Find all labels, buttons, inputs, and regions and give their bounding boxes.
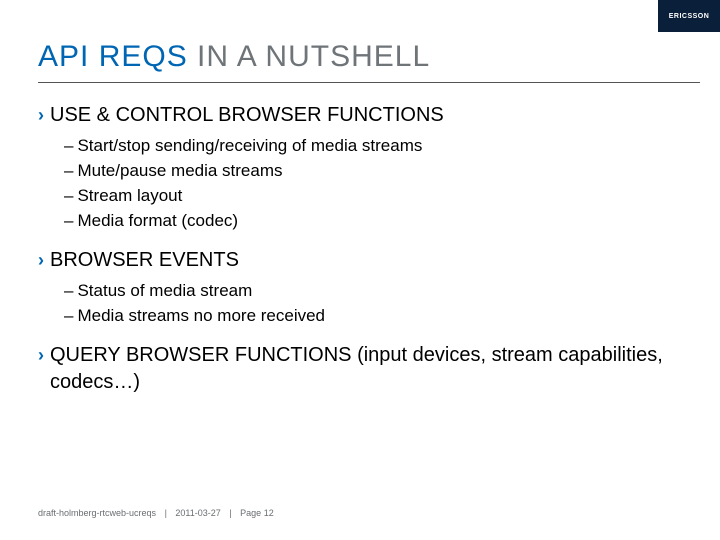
section-query: › QUERY BROWSER FUNCTIONS (input devices… (38, 342, 682, 396)
section-title: QUERY BROWSER FUNCTIONS (input devices, … (50, 342, 682, 396)
list-item: –Media format (codec) (64, 210, 682, 233)
list-item: –Start/stop sending/receiving of media s… (64, 135, 682, 158)
slide-footer: draft-holmberg-rtcweb-ucreqs | 2011-03-2… (38, 508, 274, 518)
slide-title: API REQS IN A NUTSHELL (38, 40, 682, 74)
title-accent: API REQS (38, 40, 188, 73)
brand-logo-text: ERICSSON (669, 13, 710, 20)
chevron-right-icon: › (38, 248, 44, 272)
list-item-text: Stream layout (77, 185, 182, 208)
footer-date: 2011-03-27 (175, 508, 220, 518)
list-item-text: Status of media stream (77, 280, 252, 303)
dash-icon: – (64, 185, 73, 208)
section-use-control: › USE & CONTROL BROWSER FUNCTIONS –Start… (38, 102, 682, 233)
section-head: › BROWSER EVENTS (38, 247, 682, 274)
content-area: › USE & CONTROL BROWSER FUNCTIONS –Start… (38, 102, 682, 410)
list-item: –Status of media stream (64, 280, 682, 303)
section-head: › QUERY BROWSER FUNCTIONS (input devices… (38, 342, 682, 396)
slide: ERICSSON API REQS IN A NUTSHELL › USE & … (0, 0, 720, 540)
title-divider (38, 82, 700, 83)
chevron-right-icon: › (38, 103, 44, 127)
footer-doc: draft-holmberg-rtcweb-ucreqs (38, 508, 156, 518)
dash-icon: – (64, 210, 73, 233)
dash-icon: – (64, 160, 73, 183)
dash-icon: – (64, 135, 73, 158)
list-item-text: Media streams no more received (77, 305, 325, 328)
list-item: –Mute/pause media streams (64, 160, 682, 183)
chevron-right-icon: › (38, 343, 44, 367)
list-item: –Stream layout (64, 185, 682, 208)
footer-separator: | (229, 508, 231, 518)
section-title: USE & CONTROL BROWSER FUNCTIONS (50, 102, 444, 129)
sub-list: –Start/stop sending/receiving of media s… (64, 135, 682, 233)
section-browser-events: › BROWSER EVENTS –Status of media stream… (38, 247, 682, 328)
section-head: › USE & CONTROL BROWSER FUNCTIONS (38, 102, 682, 129)
dash-icon: – (64, 305, 73, 328)
footer-separator: | (165, 508, 167, 518)
dash-icon: – (64, 280, 73, 303)
sub-list: –Status of media stream –Media streams n… (64, 280, 682, 328)
list-item: –Media streams no more received (64, 305, 682, 328)
list-item-text: Start/stop sending/receiving of media st… (77, 135, 422, 158)
section-title: BROWSER EVENTS (50, 247, 239, 274)
list-item-text: Media format (codec) (77, 210, 238, 233)
brand-logo: ERICSSON (658, 0, 720, 32)
title-rest: IN A NUTSHELL (188, 40, 430, 73)
list-item-text: Mute/pause media streams (77, 160, 282, 183)
footer-page: Page 12 (240, 508, 274, 518)
